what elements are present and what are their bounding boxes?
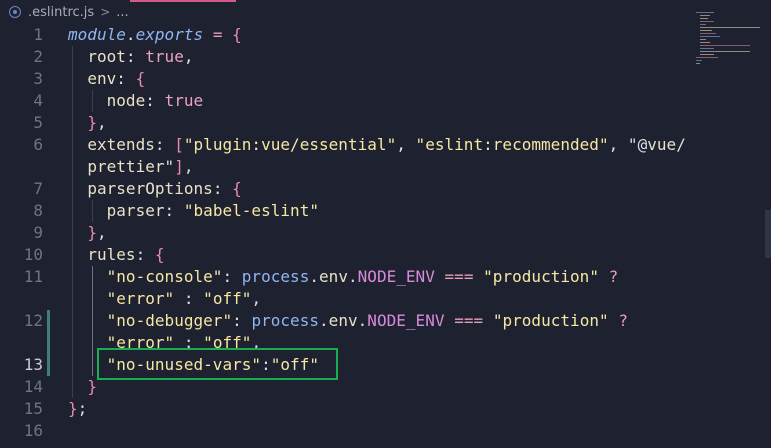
code-text: "no-debugger": process.env.NODE_ENV === … bbox=[106, 311, 628, 330]
minimap[interactable] bbox=[696, 12, 768, 72]
code-text: prettier"], bbox=[87, 157, 194, 176]
minimap-line bbox=[700, 27, 760, 28]
line-number: 15 bbox=[23, 399, 43, 418]
line-number: 7 bbox=[33, 179, 43, 198]
minimap-line bbox=[700, 30, 712, 31]
code-line[interactable]: 6 extends: ["plugin:vue/essential", "esl… bbox=[0, 134, 771, 156]
eslint-file-icon bbox=[9, 6, 21, 18]
code-line[interactable]: "error" : "off", bbox=[0, 288, 771, 310]
code-text: }, bbox=[87, 113, 107, 132]
line-number: 8 bbox=[33, 201, 43, 220]
code-line[interactable]: prettier"], bbox=[0, 156, 771, 178]
minimap-line bbox=[700, 15, 710, 16]
code-text: env: { bbox=[87, 69, 146, 88]
line-number: 2 bbox=[33, 47, 43, 66]
minimap-line bbox=[700, 39, 706, 40]
code-line[interactable]: 11 "no-console": process.env.NODE_ENV ==… bbox=[0, 266, 771, 288]
code-text: "no-console": process.env.NODE_ENV === "… bbox=[106, 267, 619, 286]
code-text: parserOptions: { bbox=[87, 179, 242, 198]
code-text: }; bbox=[68, 399, 88, 418]
code-line[interactable]: 3 env: { bbox=[0, 68, 771, 90]
code-text: node: true bbox=[106, 91, 204, 110]
indent-guide bbox=[72, 46, 73, 398]
minimap-line bbox=[696, 60, 702, 61]
code-text: root: true, bbox=[87, 47, 194, 66]
minimap-line bbox=[700, 54, 714, 55]
highlight-box bbox=[97, 348, 338, 380]
active-tab-indicator bbox=[130, 0, 236, 2]
minimap-line bbox=[700, 51, 750, 52]
line-number: 9 bbox=[33, 223, 43, 242]
code-text: rules: { bbox=[87, 245, 165, 264]
code-line[interactable]: 4 node: true bbox=[0, 90, 771, 112]
vertical-scrollbar[interactable] bbox=[765, 210, 771, 258]
breadcrumb-separator: > bbox=[100, 5, 111, 19]
breadcrumb-more[interactable]: ... bbox=[116, 5, 128, 20]
minimap-line bbox=[700, 24, 706, 25]
minimap-line bbox=[700, 45, 750, 46]
minimap-line bbox=[696, 57, 718, 58]
line-number: 1 bbox=[33, 25, 43, 44]
code-line[interactable]: 1 module.exports = { bbox=[0, 24, 771, 46]
minimap-line bbox=[700, 33, 716, 34]
code-text: parser: "babel-eslint" bbox=[106, 201, 319, 220]
code-text: }, bbox=[87, 223, 107, 242]
minimap-line bbox=[700, 42, 710, 43]
modified-line-marker bbox=[47, 310, 50, 376]
line-number: 12 bbox=[23, 311, 43, 330]
code-editor[interactable]: 1 module.exports = {2 root: true, 3 env: {… bbox=[0, 24, 771, 448]
line-number: 14 bbox=[23, 377, 43, 396]
code-text: "error" : "off", bbox=[106, 289, 262, 308]
code-line[interactable]: 9 }, bbox=[0, 222, 771, 244]
minimap-line bbox=[696, 12, 714, 13]
breadcrumb: .eslintrc.js > ... bbox=[0, 0, 771, 24]
minimap-line bbox=[700, 36, 720, 37]
code-line[interactable]: 15}; bbox=[0, 398, 771, 420]
indent-guide bbox=[92, 266, 93, 376]
line-number: 16 bbox=[23, 421, 43, 440]
line-number: 4 bbox=[33, 91, 43, 110]
indent-guide bbox=[92, 90, 93, 112]
code-text: extends: ["plugin:vue/essential", "eslin… bbox=[87, 135, 686, 154]
line-number: 13 bbox=[23, 355, 43, 374]
minimap-line bbox=[696, 63, 700, 64]
code-line[interactable]: 12 "no-debugger": process.env.NODE_ENV =… bbox=[0, 310, 771, 332]
code-line[interactable]: 7 parserOptions: { bbox=[0, 178, 771, 200]
code-line[interactable]: 8 parser: "babel-eslint" bbox=[0, 200, 771, 222]
indent-guide bbox=[92, 200, 93, 222]
line-number: 5 bbox=[33, 113, 43, 132]
line-number: 11 bbox=[23, 267, 43, 286]
line-number: 10 bbox=[23, 245, 43, 264]
code-line[interactable]: 2 root: true, bbox=[0, 46, 771, 68]
breadcrumb-file[interactable]: .eslintrc.js bbox=[28, 5, 94, 20]
line-number: 6 bbox=[33, 135, 43, 154]
minimap-line bbox=[700, 48, 714, 49]
minimap-line bbox=[700, 18, 708, 19]
code-line[interactable]: 16 bbox=[0, 420, 771, 442]
minimap-line bbox=[700, 21, 714, 22]
code-line[interactable]: 5 }, bbox=[0, 112, 771, 134]
code-text: module.exports = { bbox=[68, 25, 242, 44]
line-number: 3 bbox=[33, 69, 43, 88]
code-line[interactable]: 10 rules: { bbox=[0, 244, 771, 266]
